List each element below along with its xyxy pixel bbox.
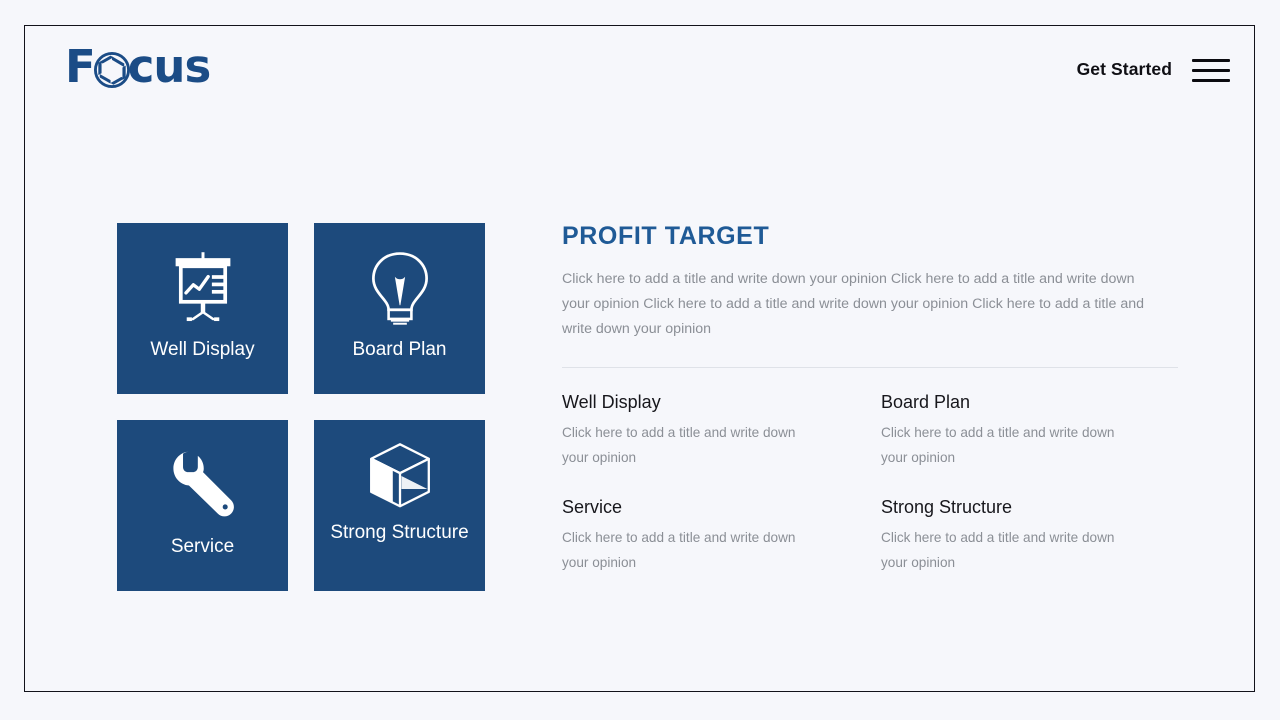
feature-item-desc: Click here to add a title and write down… xyxy=(562,530,796,570)
tile-board-plan[interactable]: Board Plan xyxy=(314,223,485,394)
get-started-button[interactable]: Get Started xyxy=(1077,59,1172,80)
content-panel: PROFIT TARGET Click here to add a title … xyxy=(562,222,1202,575)
hamburger-bar-2 xyxy=(1192,69,1230,72)
feature-item-desc: Click here to add a title and write down… xyxy=(881,530,1115,570)
tile-service[interactable]: Service xyxy=(117,420,288,591)
header-right-group: Get Started xyxy=(1077,56,1230,82)
feature-item-title: Service xyxy=(562,497,623,517)
slide-frame: F cus Get Started Well Display Board Pla… xyxy=(24,25,1255,692)
feature-tile-grid: Well Display Board Plan Service Strong S… xyxy=(117,223,485,591)
feature-item-desc: Click here to add a title and write down… xyxy=(881,425,1115,465)
feature-item-well-display: Well Display Click here to add a title a… xyxy=(562,391,881,470)
hamburger-menu-icon[interactable] xyxy=(1192,56,1230,82)
hamburger-bar-3 xyxy=(1192,79,1230,82)
feature-item-title: Strong Structure xyxy=(881,497,1013,517)
tile-strong-structure[interactable]: Strong Structure xyxy=(314,420,485,591)
tile-well-display[interactable]: Well Display xyxy=(117,223,288,394)
feature-item-title: Well Display xyxy=(562,392,661,412)
brand-logo-text-before: F xyxy=(65,40,96,93)
feature-item-board-plan: Board Plan Click here to add a title and… xyxy=(881,391,1200,470)
feature-description-list: Well Display Click here to add a title a… xyxy=(562,391,1202,575)
brand-logo-text-after: cus xyxy=(127,40,211,93)
feature-item-desc: Click here to add a title and write down… xyxy=(562,425,796,465)
tile-label: Service xyxy=(170,536,235,557)
feature-item-strong-structure: Strong Structure Click here to add a tit… xyxy=(881,496,1200,575)
feature-item-title: Board Plan xyxy=(881,392,971,412)
feature-item-service: Service Click here to add a title and wr… xyxy=(562,496,881,575)
lightbulb-icon xyxy=(362,239,438,335)
brand-logo[interactable]: F cus xyxy=(65,40,211,93)
site-header: F cus Get Started xyxy=(25,26,1254,118)
hamburger-bar-1 xyxy=(1192,59,1230,62)
cube-icon xyxy=(364,434,436,518)
tile-label: Strong Structure xyxy=(330,522,469,543)
page-title: PROFIT TARGET xyxy=(562,222,770,250)
panel-intro-text: Click here to add a title and write down… xyxy=(562,271,1145,337)
camera-aperture-icon xyxy=(93,51,130,88)
tile-label: Board Plan xyxy=(352,339,447,360)
presentation-chart-icon xyxy=(166,239,240,335)
tile-label: Well Display xyxy=(150,339,255,360)
panel-divider xyxy=(562,367,1178,368)
wrench-icon xyxy=(166,436,240,532)
